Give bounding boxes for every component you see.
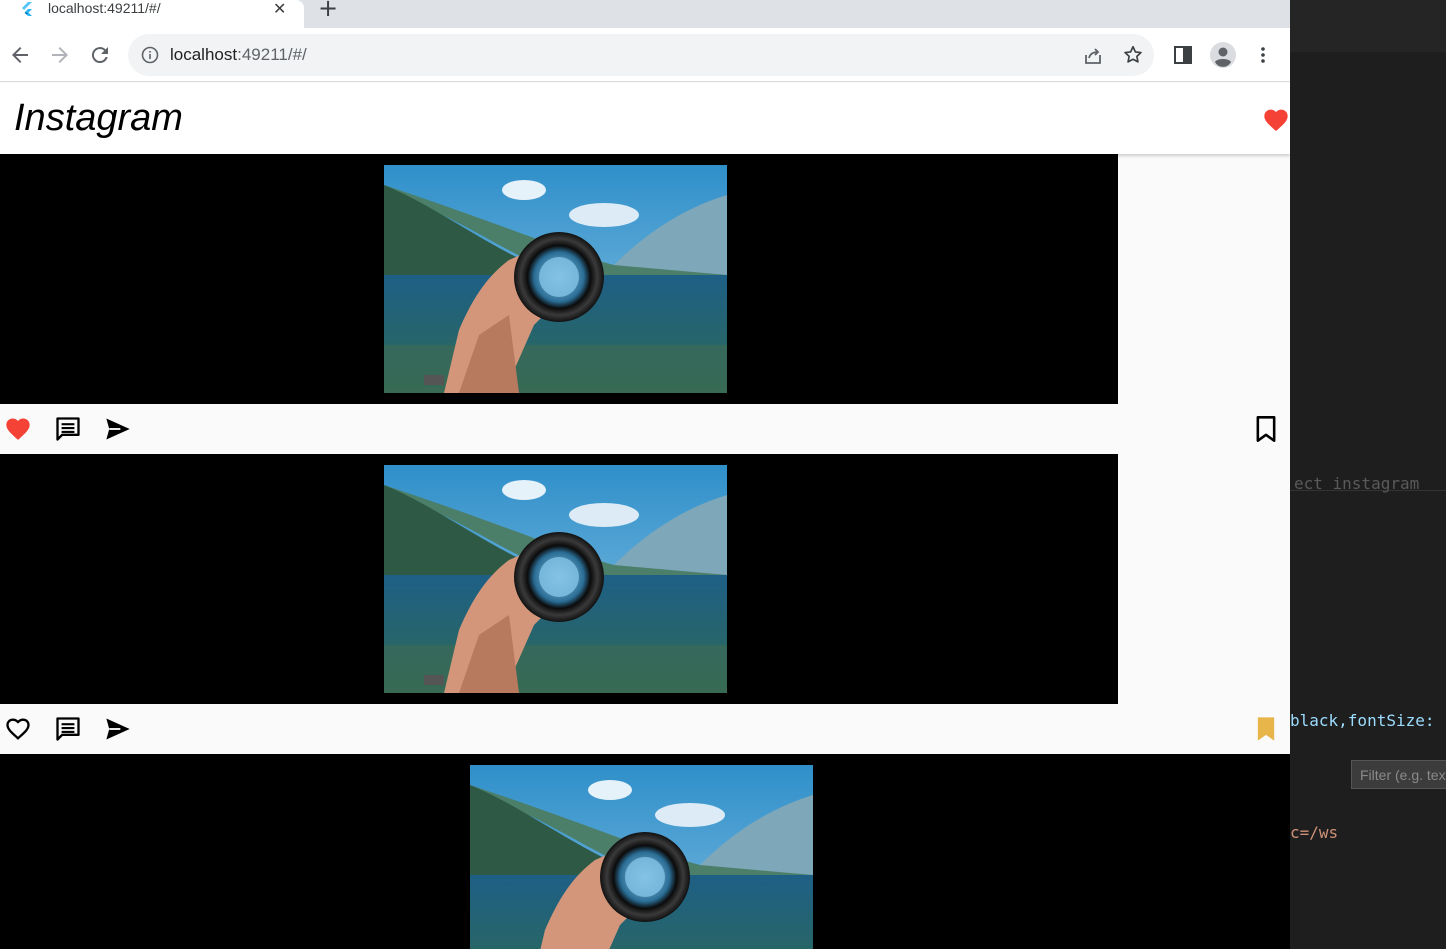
url-path: :49211/#/ [237,45,307,64]
url-host: localhost [170,45,238,64]
post-image-container [0,154,1118,404]
filter-input[interactable]: Filter (e.g. text [1351,760,1446,789]
post-image-container [0,454,1118,704]
post-actions-bar [0,704,1290,754]
browser-window: localhost:49211/#/ ✕ + localhost:49211/#… [0,0,1290,949]
more-menu-icon[interactable] [1251,43,1275,67]
reload-icon[interactable] [88,43,112,67]
instagram-app: Instagram [0,83,1290,949]
bookmark-outline-icon[interactable] [1252,415,1280,443]
code-editor-panel: ect instagram black,fontSize: Filter (e.… [1290,0,1446,949]
tab-close-button[interactable]: ✕ [273,0,286,19]
back-arrow-icon[interactable] [8,43,32,67]
comment-icon[interactable] [54,415,82,443]
tab-strip: localhost:49211/#/ ✕ + [0,0,1290,28]
new-tab-button[interactable]: + [318,0,338,22]
lens-landscape-image [470,765,813,949]
url-text[interactable]: localhost:49211/#/ [170,45,307,65]
app-title: Instagram [14,97,183,139]
flutter-icon [22,2,32,16]
info-icon[interactable] [141,46,159,64]
side-panel-icon[interactable] [1171,43,1195,67]
send-icon[interactable] [104,415,132,443]
comment-icon[interactable] [54,715,82,743]
lens-landscape-image [384,465,727,693]
tab-title: localhost:49211/#/ [48,0,161,16]
code-line: black,fontSize: [1290,711,1435,730]
code-line: c=/ws [1290,823,1339,842]
bookmark-filled-icon[interactable] [1252,715,1280,743]
heart-filled-icon[interactable] [4,415,32,443]
post-photo[interactable] [384,165,727,393]
send-icon[interactable] [104,715,132,743]
heart-filled-icon[interactable] [1262,106,1290,132]
lens-landscape-image [384,165,727,393]
editor-top-bar [1290,0,1446,52]
bookmark-star-icon[interactable] [1122,44,1144,66]
post-actions-bar [0,404,1290,454]
post-image-container [0,754,1290,949]
browser-tab[interactable]: localhost:49211/#/ ✕ [0,0,304,28]
post-photo[interactable] [470,765,813,949]
app-bar: Instagram [0,83,1290,154]
address-bar[interactable]: localhost:49211/#/ [128,34,1154,76]
profile-avatar-icon[interactable] [1209,41,1237,69]
share-icon[interactable] [1082,45,1104,67]
terminal-text: ect instagram [1294,474,1420,493]
post-photo[interactable] [384,465,727,693]
browser-toolbar: localhost:49211/#/ [0,28,1290,82]
heart-outline-icon[interactable] [4,715,32,743]
forward-arrow-icon[interactable] [48,43,72,67]
